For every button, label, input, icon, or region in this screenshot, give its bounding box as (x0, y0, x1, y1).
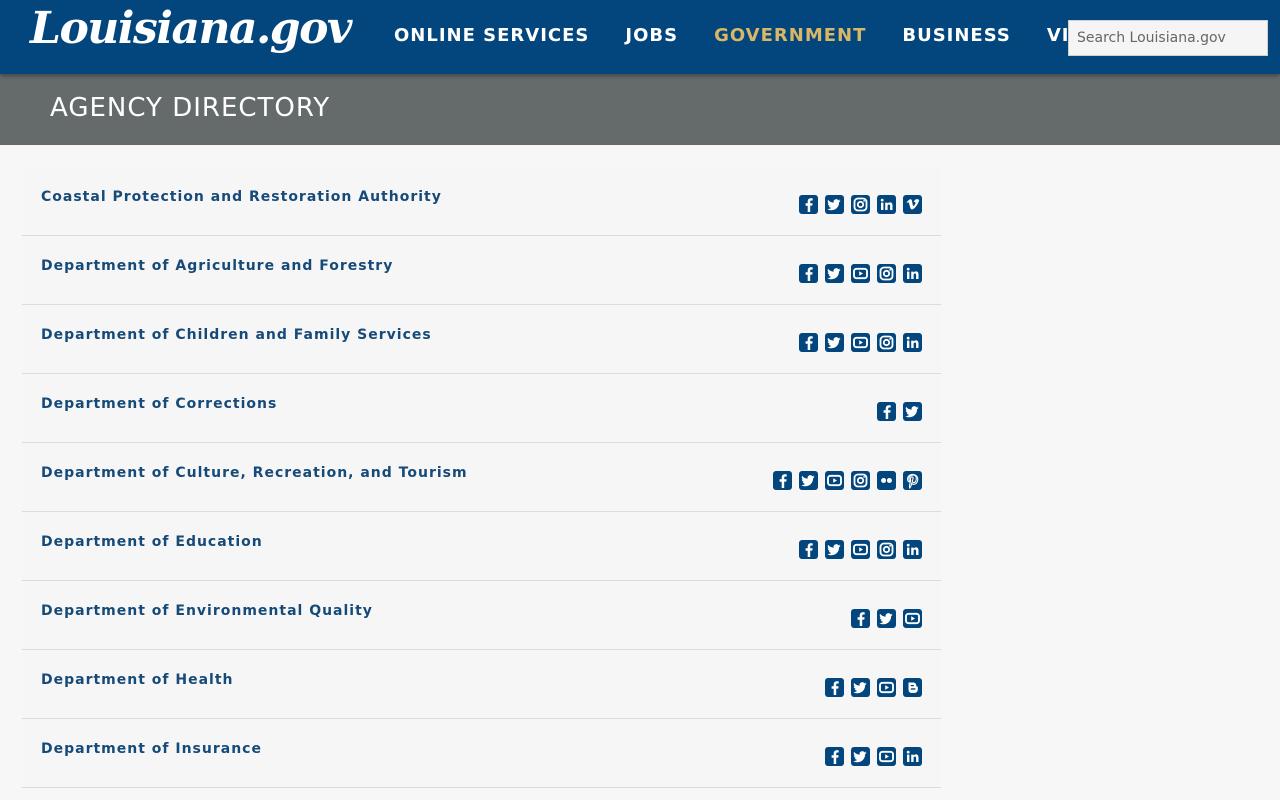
nav-jobs[interactable]: JOBS (607, 0, 696, 74)
social-links (773, 471, 922, 490)
vimeo-icon[interactable] (903, 195, 922, 214)
social-links (825, 747, 922, 766)
agency-row: Department of Environmental Quality (22, 581, 941, 650)
facebook-icon[interactable] (799, 264, 818, 283)
social-links (799, 264, 922, 283)
agency-link[interactable]: Department of Children and Family Servic… (41, 327, 432, 343)
youtube-icon[interactable] (903, 609, 922, 628)
social-links (799, 195, 922, 214)
agency-row: Coastal Protection and Restoration Autho… (22, 167, 941, 236)
social-links (877, 402, 922, 421)
page-title: AGENCY DIRECTORY (50, 93, 331, 123)
facebook-icon[interactable] (877, 402, 896, 421)
instagram-icon[interactable] (851, 471, 870, 490)
nav-online-services[interactable]: ONLINE SERVICES (376, 0, 607, 74)
linkedin-icon[interactable] (903, 540, 922, 559)
agency-row: Department of Education (22, 512, 941, 581)
youtube-icon[interactable] (877, 747, 896, 766)
social-links (825, 678, 922, 697)
nav-government[interactable]: GOVERNMENT (696, 0, 884, 74)
agency-row: Department of Health (22, 650, 941, 719)
agency-directory-list: Coastal Protection and Restoration Autho… (22, 167, 941, 788)
linkedin-icon[interactable] (903, 264, 922, 283)
twitter-icon[interactable] (825, 195, 844, 214)
agency-link[interactable]: Department of Corrections (41, 396, 277, 412)
instagram-icon[interactable] (877, 540, 896, 559)
agency-row: Department of Children and Family Servic… (22, 305, 941, 374)
agency-link[interactable]: Department of Environmental Quality (41, 603, 373, 619)
youtube-icon[interactable] (877, 678, 896, 697)
nav-business[interactable]: BUSINESS (884, 0, 1028, 74)
twitter-icon[interactable] (825, 264, 844, 283)
facebook-icon[interactable] (799, 540, 818, 559)
instagram-icon[interactable] (877, 333, 896, 352)
twitter-icon[interactable] (877, 609, 896, 628)
agency-row: Department of Agriculture and Forestry (22, 236, 941, 305)
twitter-icon[interactable] (851, 678, 870, 697)
instagram-icon[interactable] (877, 264, 896, 283)
twitter-icon[interactable] (825, 540, 844, 559)
agency-row: Department of Corrections (22, 374, 941, 443)
site-logo[interactable]: Louisiana.gov (30, 2, 352, 56)
social-links (851, 609, 922, 628)
twitter-icon[interactable] (903, 402, 922, 421)
social-links (799, 333, 922, 352)
twitter-icon[interactable] (851, 747, 870, 766)
flickr-icon[interactable] (877, 471, 896, 490)
agency-link[interactable]: Department of Culture, Recreation, and T… (41, 465, 468, 481)
main-nav: ONLINE SERVICES JOBS GOVERNMENT BUSINESS… (376, 0, 1122, 74)
youtube-icon[interactable] (825, 471, 844, 490)
site-header: Louisiana.gov ONLINE SERVICES JOBS GOVER… (0, 0, 1280, 74)
facebook-icon[interactable] (799, 333, 818, 352)
youtube-icon[interactable] (851, 333, 870, 352)
youtube-icon[interactable] (851, 540, 870, 559)
twitter-icon[interactable] (799, 471, 818, 490)
twitter-icon[interactable] (825, 333, 844, 352)
facebook-icon[interactable] (851, 609, 870, 628)
page-banner: AGENCY DIRECTORY (0, 74, 1280, 145)
agency-link[interactable]: Department of Health (41, 672, 234, 688)
youtube-icon[interactable] (851, 264, 870, 283)
facebook-icon[interactable] (773, 471, 792, 490)
blogger-icon[interactable] (903, 678, 922, 697)
search-input[interactable] (1068, 20, 1268, 56)
social-links (799, 540, 922, 559)
agency-row: Department of Insurance (22, 719, 941, 788)
facebook-icon[interactable] (799, 195, 818, 214)
agency-link[interactable]: Department of Agriculture and Forestry (41, 258, 393, 274)
agency-link[interactable]: Department of Insurance (41, 741, 262, 757)
facebook-icon[interactable] (825, 747, 844, 766)
linkedin-icon[interactable] (903, 747, 922, 766)
instagram-icon[interactable] (851, 195, 870, 214)
facebook-icon[interactable] (825, 678, 844, 697)
linkedin-icon[interactable] (903, 333, 922, 352)
agency-link[interactable]: Department of Education (41, 534, 263, 550)
pinterest-icon[interactable] (903, 471, 922, 490)
agency-row: Department of Culture, Recreation, and T… (22, 443, 941, 512)
linkedin-icon[interactable] (877, 195, 896, 214)
agency-link[interactable]: Coastal Protection and Restoration Autho… (41, 189, 442, 205)
